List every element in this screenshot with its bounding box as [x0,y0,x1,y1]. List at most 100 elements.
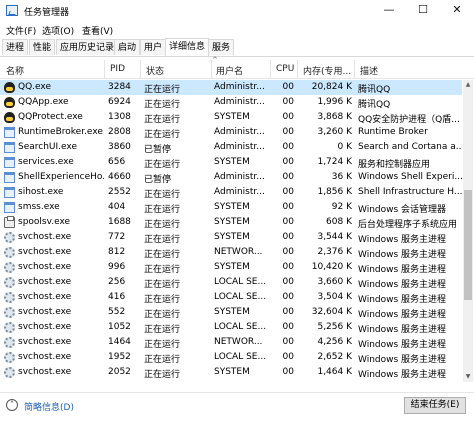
table-row[interactable]: ShellExperienceHo... 4660 已暂停 Administr... 0… [0,170,462,185]
table-row[interactable]: RuntimeBroker.exe 2808 正在运行 Administr... 00 3… [0,125,462,140]
scrollbar-thumb[interactable] [464,190,472,300]
process-name: svchost.exe [18,337,72,347]
task-manager-icon [6,5,18,16]
process-username: Administr... [214,127,265,137]
maximize-button[interactable]: ☐ [406,0,440,22]
process-name: QQ.exe [18,82,51,92]
table-row[interactable]: svchost.exe 416 正在运行 LOCAL SE... 00 3,504 K Wi… [0,290,462,305]
column-header-row: 名称 PID 状态 ^ 用户名 CPU 内存(专用... 描述 [0,56,474,79]
table-row[interactable]: svchost.exe 772 正在运行 SYSTEM 00 3,544 K Windows… [0,230,462,245]
table-row[interactable]: QQApp.exe 6924 正在运行 Administr... 00 1,996 K 腾讯… [0,95,462,110]
menu-view[interactable]: 查看(V) [82,24,113,37]
tab-services[interactable]: 服务 [208,39,235,55]
process-pid: 996 [108,262,126,272]
window-icon [4,202,15,213]
vertical-scrollbar[interactable]: ▲ ▼ [463,80,473,382]
column-header-status[interactable]: 状态 [146,64,164,77]
column-divider[interactable] [104,60,105,78]
chevron-up-circle-icon[interactable]: ˄ [6,399,18,411]
table-row[interactable]: svchost.exe 552 正在运行 SYSTEM 00 32,604 K Window… [0,305,462,320]
column-header-username[interactable]: 用户名 [216,64,243,77]
process-memory: 3,868 K [317,112,352,122]
end-task-button[interactable]: 结束任务(E) [404,397,466,414]
menu-file[interactable]: 文件(F) [6,24,36,37]
process-name: svchost.exe [18,262,72,272]
tab-processes[interactable]: 进程 [2,39,29,55]
gear-icon [4,367,15,378]
process-name: SearchUI.exe [18,142,77,152]
column-divider[interactable] [297,60,298,78]
process-description: Windows 服务主进程 [358,370,447,380]
process-name: svchost.exe [18,247,72,257]
table-row[interactable]: svchost.exe 996 正在运行 SYSTEM 00 10,420 K Window… [0,260,462,275]
process-name: svchost.exe [18,322,72,332]
table-row[interactable]: svchost.exe 256 正在运行 LOCAL SE... 00 3,660 K Wi… [0,275,462,290]
table-row[interactable]: sihost.exe 2552 正在运行 Administr... 00 1,856 K S… [0,185,462,200]
tab-startup[interactable]: 启动 [114,39,141,55]
tab-performance[interactable]: 性能 [29,39,56,55]
process-name: RuntimeBroker.exe [18,127,103,137]
table-row[interactable]: spoolsv.exe 1688 正在运行 SYSTEM 00 608 K 后台处理程序子系… [0,215,462,230]
process-username: Administr... [214,97,265,107]
minimize-button[interactable]: — [372,0,406,22]
tab-details[interactable]: 详细信息 [165,38,210,56]
process-pid: 2552 [108,187,131,197]
process-memory: 1,724 K [317,157,352,167]
column-header-cpu[interactable]: CPU [276,64,294,74]
process-status: 正在运行 [144,100,181,110]
process-description: Windows 服务主进程 [358,295,447,305]
process-username: SYSTEM [214,232,250,242]
scroll-down-arrow-icon[interactable]: ▼ [463,372,473,382]
process-username: NETWOR... [214,247,263,257]
process-pid: 772 [108,232,126,242]
process-status: 正在运行 [144,205,181,215]
sort-ascending-icon: ^ [212,56,218,64]
process-name: svchost.exe [18,367,72,377]
table-row[interactable]: QQ.exe 3284 正在运行 Administr... 00 20,824 K 腾讯QQ [0,80,462,95]
column-header-name[interactable]: 名称 [6,64,24,77]
column-divider[interactable] [354,60,355,78]
window-title: 任务管理器 [24,8,70,18]
menu-options[interactable]: 选项(O) [42,24,74,37]
scroll-up-arrow-icon[interactable]: ▲ [463,80,473,90]
process-name: svchost.exe [18,307,72,317]
column-header-memory[interactable]: 内存(专用... [303,64,351,77]
process-name: sihost.exe [18,187,64,197]
column-header-pid[interactable]: PID [110,64,125,74]
process-username: SYSTEM [214,157,250,167]
window-icon [4,172,15,183]
table-row[interactable]: services.exe 656 正在运行 SYSTEM 00 1,724 K 服务和控制器… [0,155,462,170]
table-row[interactable]: SearchUI.exe 3860 已暂停 Administr... 00 0 K Sear… [0,140,462,155]
process-status: 正在运行 [144,265,181,275]
table-row[interactable]: svchost.exe 2052 正在运行 SYSTEM 00 1,464 K Window… [0,365,462,380]
close-button[interactable]: ✕ [440,0,474,22]
process-username: SYSTEM [214,202,250,212]
column-divider[interactable] [140,60,141,78]
table-row[interactable]: smss.exe 404 正在运行 SYSTEM 00 92 K Windows 会话管理器 [0,200,462,215]
gear-icon [4,322,15,333]
process-memory: 1,464 K [317,367,352,377]
footer-bar: ˄ 简略信息(D) 结束任务(E) [0,392,474,423]
process-name: services.exe [18,157,74,167]
table-row[interactable]: svchost.exe 812 正在运行 NETWOR... 00 2,376 K Wind… [0,245,462,260]
fewer-details-link[interactable]: 简略信息(D) [24,400,74,413]
column-header-description[interactable]: 描述 [360,64,378,77]
column-divider[interactable] [270,60,271,78]
tab-users[interactable]: 用户 [140,39,167,55]
table-row[interactable]: QQProtect.exe 1308 正在运行 SYSTEM 00 3,868 K QQ安全… [0,110,462,125]
process-pid: 2808 [108,127,131,137]
process-status: 正在运行 [144,220,181,230]
tab-app-history[interactable]: 应用历史记录 [56,39,119,55]
table-row[interactable]: svchost.exe 1052 正在运行 LOCAL SE... 00 5,256 K W… [0,320,462,335]
qq-icon [4,82,15,93]
process-pid: 1464 [108,337,131,347]
process-description: Windows 服务主进程 [358,340,447,350]
process-pid: 656 [108,157,126,167]
process-description: 服务和控制器应用 [358,160,431,170]
process-status: 正在运行 [144,295,181,305]
table-row[interactable]: svchost.exe 1952 正在运行 LOCAL SE... 00 2,652 K W… [0,350,462,365]
process-memory: 3,504 K [317,292,352,302]
window-icon [4,187,15,198]
table-row[interactable]: svchost.exe 1464 正在运行 NETWOR... 00 4,256 K Win… [0,335,462,350]
process-cpu: 00 [282,172,294,182]
